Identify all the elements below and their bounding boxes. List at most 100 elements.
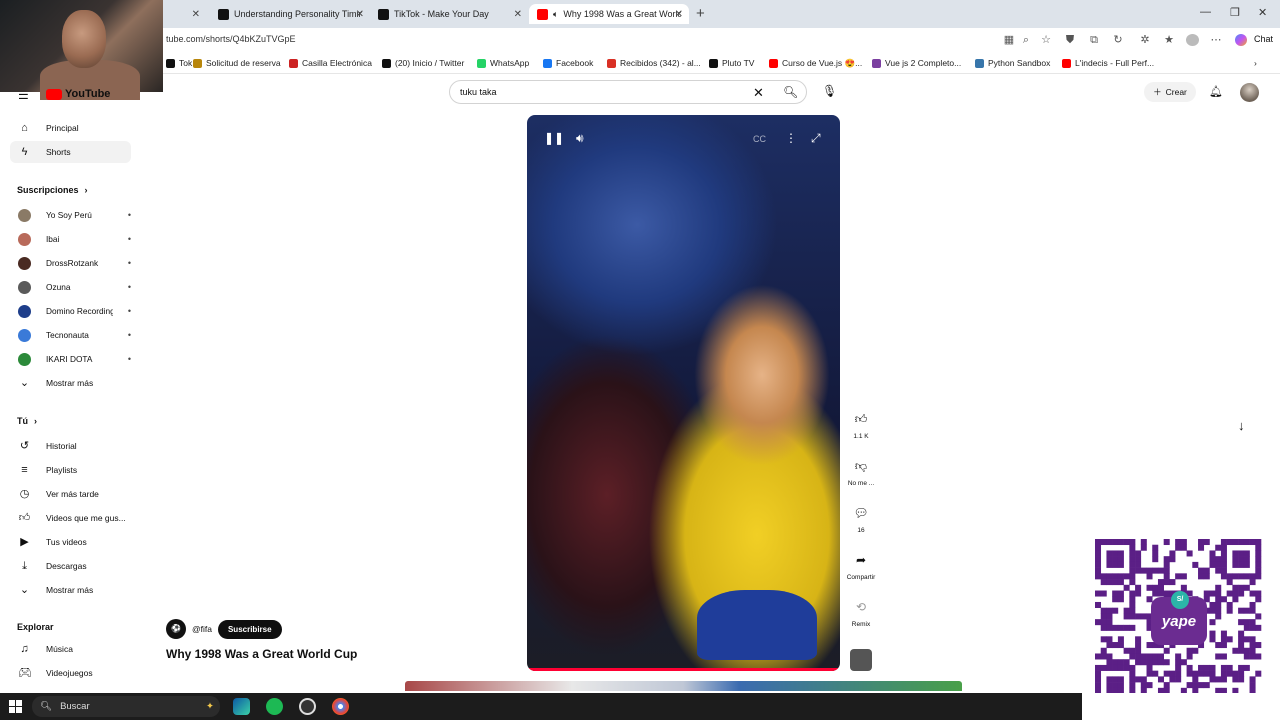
refresh-icon[interactable]: ↻ [1112,34,1124,46]
qr-module [1238,636,1245,643]
sidebar-item-musica[interactable]: ♫ Música [10,638,131,660]
search-input[interactable]: tuku taka [460,87,497,97]
spotify-icon[interactable] [266,698,283,715]
show-more-you[interactable]: ⌄ Mostrar más [10,579,131,601]
bookmark-item[interactable]: Facebook [543,58,593,68]
zoom-icon[interactable]: ⌕ [1020,34,1032,46]
shorts-video-player[interactable]: ❚❚ 🔊︎ CC ⋮ ⤢ [527,115,840,671]
search-box[interactable]: tuku taka ✕ 🔍︎ [449,80,807,104]
clear-search-icon[interactable]: ✕ [753,85,764,101]
restore-icon[interactable]: ❐ [1230,6,1240,19]
subscription-item[interactable]: DrossRotzank • [10,252,131,274]
sidebar-item-shorts[interactable]: ϟ Shorts [10,141,131,163]
channel-avatar[interactable]: ⚽ [166,619,186,639]
subscription-item[interactable]: IKARI DOTA • [10,348,131,370]
sidebar-item-videojuegos[interactable]: 🎮︎ Videojuegos [10,662,131,684]
comments-action[interactable]: 💬︎ 16 [845,503,877,534]
bookmark-item[interactable]: Tok [166,58,192,68]
edge-icon[interactable] [233,698,250,715]
favorites-icon[interactable]: ★ [1163,34,1175,46]
chat-label[interactable]: Chat [1254,34,1273,44]
bookmark-item[interactable]: Casilla Electrónica [289,58,372,68]
close-icon[interactable]: ✕ [192,9,200,20]
next-short-preview[interactable] [405,681,962,691]
chrome-icon[interactable] [332,698,349,715]
tab-youtube-active[interactable]: 🔈︎ Why 1998 Was a Great World ✕ [529,4,689,24]
remix-action[interactable]: ⟲ Remix [845,597,877,628]
more-options-icon[interactable]: ⋮ [785,131,797,145]
dislike-action[interactable]: 👎︎ No me ... [845,456,877,487]
address-bar[interactable]: tube.com/shorts/Q4bKZuTVGpE [166,34,296,44]
share-action[interactable]: ➦ Compartir [845,550,877,581]
close-icon[interactable]: ✕ [514,9,522,20]
video-title[interactable]: Why 1998 Was a Great World Cup [166,647,357,661]
copilot-icon[interactable] [1235,34,1247,46]
sidebar-item-descargas[interactable]: ⤓ Descargas [10,555,131,577]
sidebar-item-tus-videos[interactable]: ▶ Tus videos [10,531,131,553]
sidebar-item-liked-videos[interactable]: 👍︎ Videos que me gus... [10,507,131,529]
channel-handle[interactable]: @fifa [192,624,212,634]
volume-icon[interactable]: 🔊︎ [576,131,584,146]
close-icon[interactable]: ✕ [675,9,683,20]
like-action[interactable]: 👍︎ 1.1 K [845,409,877,440]
profile-icon[interactable] [1186,34,1199,46]
sidebar-item-ver-mas-tarde[interactable]: ◷ Ver más tarde [10,483,131,505]
subscribe-button[interactable]: Suscribirse [217,619,282,639]
youtube-logo[interactable]: YouTube [46,88,110,100]
microphone-icon[interactable]: 🎙︎ [822,84,837,98]
windows-start-icon[interactable] [9,700,22,713]
bookmark-item[interactable]: Pluto TV [709,58,754,68]
notifications-icon[interactable]: 🔔︎ [1209,85,1223,98]
create-button[interactable]: ＋ Crear [1144,82,1196,102]
sidebar-item-principal[interactable]: ⌂ Principal [10,117,131,139]
tab-understanding[interactable]: Understanding Personality Timing ✕ [210,4,370,24]
remix-icon[interactable]: ⟲ [851,597,871,617]
window-close-icon[interactable]: ✕ [1258,6,1267,19]
shield-icon[interactable]: ⛊ [1064,34,1076,46]
sidebar-item-historial[interactable]: ↺ Historial [10,435,131,457]
tab-partial[interactable]: ✕ [166,4,206,24]
new-tab-button[interactable]: + [696,5,705,22]
comment-icon[interactable]: 💬︎ [851,503,871,523]
star-icon[interactable]: ☆ [1040,34,1052,46]
arrow-down-icon[interactable]: ↓ [1238,418,1245,433]
video-progress-bar[interactable] [527,668,840,671]
bookmark-item[interactable]: Curso de Vue.js 😍... [769,58,862,69]
tab-tiktok[interactable]: TikTok - Make Your Day ✕ [370,4,528,24]
minimize-icon[interactable]: — [1200,6,1211,18]
subscription-item[interactable]: Ozuna • [10,276,131,298]
subscription-item[interactable]: Domino Recording ...• [10,300,131,322]
bookmark-item[interactable]: Recibidos (342) - al... [607,58,701,68]
bookmark-item[interactable]: WhatsApp [477,58,529,68]
obs-icon[interactable] [299,698,316,715]
share-icon[interactable]: ➦ [851,550,871,570]
pause-icon[interactable]: ❚❚ [544,131,564,145]
audio-thumbnail[interactable] [850,649,872,671]
thumbs-up-icon[interactable]: 👍︎ [851,409,871,429]
you-heading[interactable]: Tú › [17,416,37,426]
bookmark-item[interactable]: Python Sandbox [975,58,1050,68]
qr-module [1249,601,1256,608]
more-menu-icon[interactable]: ⋯ [1210,34,1222,46]
close-icon[interactable]: ✕ [356,9,364,20]
apps-icon[interactable]: ▦ [1003,34,1015,46]
bookmark-item[interactable]: L'indecis - Full Perf... [1062,58,1154,68]
taskbar-search[interactable]: 🔍︎ Buscar ✦ [32,696,220,717]
subscriptions-heading[interactable]: Suscripciones › [17,185,88,195]
show-more-subscriptions[interactable]: ⌄ Mostrar más [10,372,131,394]
bookmarks-overflow-icon[interactable]: › [1254,58,1257,68]
thumbs-down-icon[interactable]: 👎︎ [851,456,871,476]
search-icon[interactable]: 🔍︎ [783,85,798,99]
subscription-item[interactable]: Yo Soy Perú • [10,204,131,226]
captions-icon[interactable]: CC [753,134,766,144]
sidebar-item-playlists[interactable]: ≡ Playlists [10,459,131,481]
subscription-item[interactable]: Ibai • [10,228,131,250]
subscription-item[interactable]: Tecnonauta • [10,324,131,346]
avatar[interactable] [1240,83,1259,102]
bookmark-item[interactable]: (20) Inicio / Twitter [382,58,464,68]
extensions-icon[interactable]: ✲ [1139,34,1151,46]
bookmark-item[interactable]: Vue js 2 Completo... [872,58,961,68]
fullscreen-icon[interactable]: ⤢ [811,131,821,146]
extension-icon[interactable]: ⧉ [1088,34,1100,46]
bookmark-item[interactable]: Solicitud de reserva [193,58,281,68]
